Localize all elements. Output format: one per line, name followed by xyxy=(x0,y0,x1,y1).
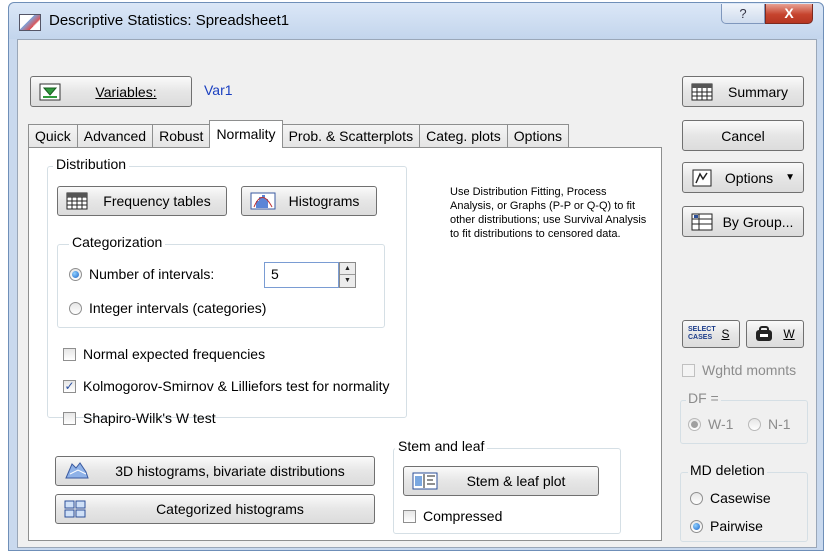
integer-intervals-radio[interactable]: Integer intervals (categories) xyxy=(69,300,266,316)
histograms-button[interactable]: Histograms xyxy=(241,186,377,216)
tab-options[interactable]: Options xyxy=(506,124,570,148)
ks-lilliefors-label: Kolmogorov-Smirnov & Lilliefors test for… xyxy=(83,378,390,394)
tab-quick[interactable]: Quick xyxy=(28,124,78,148)
wghtd-momnts-box xyxy=(682,363,695,377)
number-of-intervals-label: Number of intervals: xyxy=(89,266,215,282)
distribution-group-label: Distribution xyxy=(53,156,130,172)
variables-button-label: Variables: xyxy=(95,83,157,100)
df-w1-radio[interactable]: W-1 xyxy=(688,416,733,432)
compressed-label: Compressed xyxy=(423,508,503,524)
number-of-intervals-radio[interactable]: Number of intervals: xyxy=(69,266,214,282)
tab-advanced[interactable]: Advanced xyxy=(76,124,154,148)
cancel-button[interactable]: Cancel xyxy=(682,120,804,151)
shapiro-wilk-label: Shapiro-Wilk's W test xyxy=(83,410,216,426)
spin-up-icon[interactable]: ▲ xyxy=(340,263,355,275)
dialog-client-area: Variables: Var1 Quick Advanced Robust No… xyxy=(17,39,817,548)
md-pairwise-label: Pairwise xyxy=(710,518,763,534)
window-title: Descriptive Statistics: Spreadsheet1 xyxy=(49,12,290,29)
weight-icon xyxy=(753,325,775,343)
md-casewise-label: Casewise xyxy=(710,490,771,506)
wghtd-momnts-checkbox[interactable]: Wghtd momnts xyxy=(682,362,796,378)
options-button[interactable]: Options ▼ xyxy=(682,162,804,193)
help-button[interactable]: ? xyxy=(721,4,765,24)
df-w1-dot xyxy=(688,417,701,431)
title-bar[interactable]: Descriptive Statistics: Spreadsheet1 ? X xyxy=(9,3,823,39)
variables-icon xyxy=(39,83,61,101)
statistics-app-icon xyxy=(19,14,41,31)
table-icon xyxy=(66,192,88,210)
summary-table-icon xyxy=(691,83,713,101)
md-casewise-dot xyxy=(690,491,703,505)
options-icon xyxy=(691,169,713,187)
ks-lilliefors-checkbox[interactable]: ✓ Kolmogorov-Smirnov & Lilliefors test f… xyxy=(63,378,390,394)
normal-expected-label: Normal expected frequencies xyxy=(83,346,266,362)
histogram-icon xyxy=(250,192,276,210)
variables-value: Var1 xyxy=(204,82,233,98)
md-casewise-radio[interactable]: Casewise xyxy=(690,490,771,506)
select-cases-label: S xyxy=(721,327,730,341)
integer-intervals-label: Integer intervals (categories) xyxy=(89,300,267,316)
weight-button[interactable]: W xyxy=(746,320,804,348)
df-n1-label: N-1 xyxy=(768,416,791,432)
number-of-intervals-input[interactable]: 5 xyxy=(264,262,339,288)
stem-leaf-plot-label: Stem & leaf plot xyxy=(466,473,566,489)
df-n1-dot xyxy=(748,417,761,431)
categorization-group-label: Categorization xyxy=(69,234,166,250)
stem-leaf-icon xyxy=(412,472,438,490)
md-deletion-label: MD deletion xyxy=(688,462,767,478)
normal-expected-checkbox[interactable]: Normal expected frequencies xyxy=(63,346,265,362)
wghtd-momnts-label: Wghtd momnts xyxy=(702,362,797,378)
tab-strip: Quick Advanced Robust Normality Prob. & … xyxy=(28,120,570,148)
tab-categ-plots[interactable]: Categ. plots xyxy=(419,124,508,148)
cancel-label: Cancel xyxy=(721,127,765,144)
summary-label: Summary xyxy=(728,83,788,100)
3d-histogram-icon xyxy=(64,462,89,480)
shapiro-wilk-box xyxy=(63,411,76,425)
normal-expected-box xyxy=(63,347,76,361)
df-n1-radio[interactable]: N-1 xyxy=(748,416,791,432)
by-group-button[interactable]: By Group... xyxy=(682,206,804,237)
tab-prob-scatterplots[interactable]: Prob. & Scatterplots xyxy=(281,124,421,148)
ks-lilliefors-box: ✓ xyxy=(63,378,76,393)
dialog-window: Descriptive Statistics: Spreadsheet1 ? X… xyxy=(8,2,824,551)
categorized-histogram-icon xyxy=(64,500,86,518)
shapiro-wilk-checkbox[interactable]: Shapiro-Wilk's W test xyxy=(63,410,216,426)
close-button[interactable]: X xyxy=(765,4,813,24)
3d-histograms-button[interactable]: 3D histograms, bivariate distributions xyxy=(55,456,375,486)
distribution-fitting-note: Use Distribution Fitting, Process Analys… xyxy=(450,186,647,240)
md-pairwise-radio[interactable]: Pairwise xyxy=(690,518,763,534)
spin-down-icon[interactable]: ▼ xyxy=(340,275,355,287)
number-of-intervals-radio-dot xyxy=(69,267,82,281)
integer-intervals-radio-dot xyxy=(69,301,82,315)
stem-leaf-group-label: Stem and leaf xyxy=(395,438,488,454)
3d-histograms-label: 3D histograms, bivariate distributions xyxy=(115,463,345,479)
frequency-tables-button[interactable]: Frequency tables xyxy=(57,186,227,216)
df-w1-label: W-1 xyxy=(708,416,734,432)
stem-leaf-plot-button[interactable]: Stem & leaf plot xyxy=(403,466,599,496)
variables-button[interactable]: Variables: xyxy=(30,76,192,107)
compressed-checkbox[interactable]: Compressed xyxy=(403,508,502,524)
compressed-box xyxy=(403,509,416,523)
categorized-histograms-label: Categorized histograms xyxy=(156,501,304,517)
number-of-intervals-spinner[interactable]: ▲ ▼ xyxy=(339,262,356,288)
categorized-histograms-button[interactable]: Categorized histograms xyxy=(55,494,375,524)
frequency-tables-label: Frequency tables xyxy=(103,193,211,209)
histograms-label: Histograms xyxy=(288,193,360,209)
df-group-label: DF = xyxy=(686,390,721,406)
dropdown-arrow-icon: ▼ xyxy=(785,172,795,183)
by-group-label: By Group... xyxy=(722,213,794,230)
summary-button[interactable]: Summary xyxy=(682,76,804,107)
options-label: Options xyxy=(724,169,774,186)
tab-normality[interactable]: Normality xyxy=(209,120,283,148)
select-cases-button[interactable]: SELECT CASES S xyxy=(682,320,740,348)
md-pairwise-dot xyxy=(690,519,703,533)
normality-tab-page: Distribution Frequency tables Histograms… xyxy=(28,147,662,541)
by-group-icon xyxy=(691,213,713,231)
select-cases-icon: SELECT CASES xyxy=(688,326,716,341)
tab-robust[interactable]: Robust xyxy=(152,124,211,148)
weight-label: W xyxy=(783,327,795,341)
